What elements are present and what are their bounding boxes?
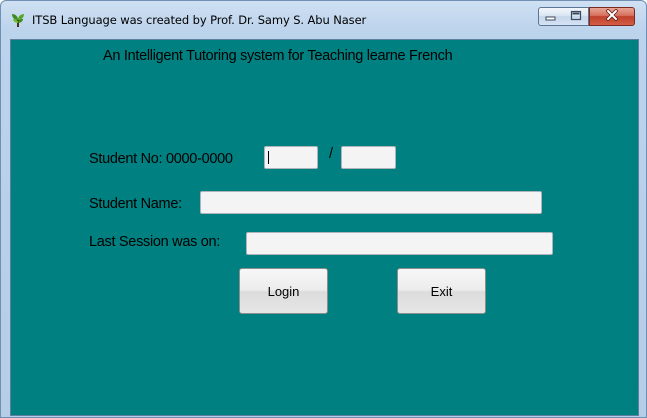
student-no-part1-field[interactable] [264, 146, 318, 169]
minimize-icon [545, 8, 557, 26]
login-button[interactable]: Login [239, 268, 328, 314]
exit-button-label: Exit [430, 283, 453, 299]
app-window: ITSB Language was created by Prof. Dr. S… [0, 0, 647, 418]
close-icon [605, 8, 619, 26]
student-name-field[interactable] [200, 191, 542, 214]
window-title: ITSB Language was created by Prof. Dr. S… [32, 13, 367, 27]
student-no-separator: / [329, 146, 333, 162]
title-bar[interactable]: ITSB Language was created by Prof. Dr. S… [1, 1, 646, 39]
last-session-label: Last Session was on: [89, 234, 221, 250]
student-name-label: Student Name: [89, 196, 182, 212]
last-session-field[interactable] [246, 232, 553, 255]
student-no-label: Student No: 0000-0000 [89, 151, 233, 167]
exit-button[interactable]: Exit [397, 268, 486, 314]
app-plant-icon [10, 12, 26, 28]
maximize-button[interactable] [563, 7, 589, 26]
app-heading: An Intelligent Tutoring system for Teach… [103, 48, 453, 64]
text-caret [268, 151, 269, 164]
minimize-button[interactable] [538, 7, 564, 26]
maximize-icon [570, 8, 582, 26]
login-button-label: Login [267, 283, 300, 299]
student-no-part2-field[interactable] [341, 146, 396, 169]
form-client-area: An Intelligent Tutoring system for Teach… [10, 39, 639, 416]
close-button[interactable] [589, 7, 635, 26]
